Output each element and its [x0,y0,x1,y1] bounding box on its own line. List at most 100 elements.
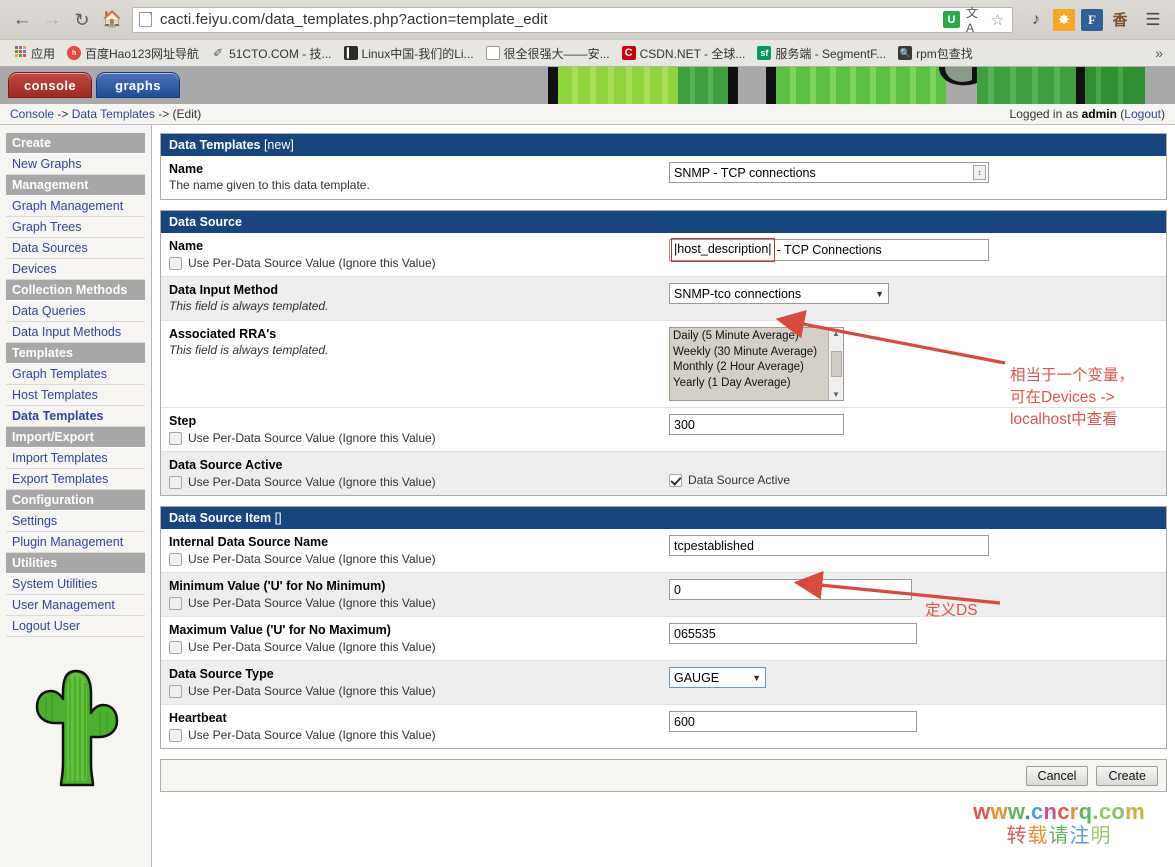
sidebar-item-logout-user[interactable]: Logout User [6,616,145,637]
scroll-up-icon[interactable]: ▲ [832,329,840,338]
bookmark-very-strong[interactable]: 很全很强大——安... [481,43,615,64]
step-input[interactable] [669,414,844,435]
logout-link[interactable]: Logout [1124,107,1161,121]
row-label-group: Data Input Method This field is always t… [169,282,669,314]
internal-ds-name-input[interactable] [669,535,989,556]
per-ds-checkbox-line[interactable]: Use Per-Data Source Value (Ignore this V… [169,431,669,445]
per-ds-value-checkbox[interactable] [169,728,182,742]
panel-title-text: Data Source Item [169,511,272,525]
sidebar-item-data-sources[interactable]: Data Sources [6,238,145,259]
translate-icon[interactable]: 文A [966,6,983,35]
scrollbar-thumb[interactable] [830,351,842,377]
bookmark-apps[interactable]: 应用 [8,43,60,64]
rra-option-list: Daily (5 Minute Average) Weekly (30 Minu… [670,328,828,400]
per-ds-value-checkbox[interactable] [169,475,182,489]
rra-option[interactable]: Daily (5 Minute Average) [673,329,825,345]
minimum-value-input[interactable] [669,579,912,600]
sidebar-item-graph-management[interactable]: Graph Management [6,196,145,217]
sidebar-item-system-utilities[interactable]: System Utilities [6,574,145,595]
per-ds-value-checkbox[interactable] [169,640,182,654]
tab-console[interactable]: console [8,72,92,98]
sidebar-item-import-templates[interactable]: Import Templates [6,448,145,469]
home-icon[interactable]: 🏠 [98,6,126,34]
breadcrumb-console[interactable]: Console [10,107,54,121]
browser-menu-icon[interactable]: ☰ [1139,6,1167,34]
row-heartbeat: Heartbeat Use Per-Data Source Value (Ign… [161,705,1166,748]
row-ds-name: Name Use Per-Data Source Value (Ignore t… [161,233,1166,277]
bookmark-label: CSDN.NET - 全球... [639,46,746,61]
sidebar-item-settings[interactable]: Settings [6,511,145,532]
rra-option[interactable]: Yearly (1 Day Average) [673,376,825,392]
chinese-extension-icon[interactable]: 香 [1109,9,1131,31]
sidebar-item-data-input-methods[interactable]: Data Input Methods [6,322,145,343]
bookmark-star-icon[interactable]: ☆ [989,11,1006,29]
row-data-source-type: Data Source Type Use Per-Data Source Val… [161,661,1166,705]
label-maximum-value: Maximum Value ('U' for No Maximum) [169,623,391,637]
sidebar-item-devices[interactable]: Devices [6,259,145,280]
sidebar-item-graph-templates[interactable]: Graph Templates [6,364,145,385]
bookmark-linux-china[interactable]: ▎ Linux中国-我们的Li... [339,43,479,64]
rra-option[interactable]: Monthly (2 Hour Average) [673,360,825,376]
per-ds-checkbox-line[interactable]: Use Per-Data Source Value (Ignore this V… [169,552,669,566]
bookmarks-overflow-icon[interactable]: » [1155,45,1167,61]
panel-title-text: Data Templates [169,138,261,152]
back-icon[interactable]: ← [8,6,36,34]
data-source-active-checkbox[interactable] [669,473,682,487]
data-source-type-select[interactable]: GAUGE ▼ [669,667,766,688]
ds-name-input[interactable]: |host_description| - TCP Connections [669,238,989,262]
row-label-group: Name Use Per-Data Source Value (Ignore t… [169,238,669,270]
music-extension-icon[interactable]: ♪ [1025,9,1047,31]
per-ds-value-checkbox[interactable] [169,684,182,698]
sidebar-item-data-queries[interactable]: Data Queries [6,301,145,322]
reload-icon[interactable]: ↻ [68,6,96,34]
breadcrumb: Console -> Data Templates -> (Edit) [10,107,201,121]
sidebar-item-user-management[interactable]: User Management [6,595,145,616]
per-ds-value-checkbox[interactable] [169,256,182,270]
per-ds-checkbox-line[interactable]: Use Per-Data Source Value (Ignore this V… [169,728,669,742]
bookmark-segmentfault[interactable]: sf 服务端 - SegmentF... [752,43,891,64]
field-internal-ds-name [669,534,1158,556]
bookmark-rpm-search[interactable]: 🔍 rpm包查找 [893,43,978,64]
bookmark-51cto[interactable]: ✐ 51CTO.COM - 技... [206,43,336,64]
tab-graphs[interactable]: graphs [96,72,180,98]
star-extension-icon[interactable]: ✸ [1053,8,1075,31]
template-name-input[interactable] [669,162,989,183]
sidebar-item-new-graphs[interactable]: New Graphs [6,154,145,175]
create-button[interactable]: Create [1096,765,1158,786]
data-input-method-select[interactable]: SNMP-tco connections ▼ [669,283,889,304]
heartbeat-input[interactable] [669,711,917,732]
per-ds-value-checkbox[interactable] [169,552,182,566]
cancel-button[interactable]: Cancel [1025,765,1089,786]
forward-icon[interactable]: → [38,6,66,34]
address-bar[interactable]: cacti.feiyu.com/data_templates.php?actio… [132,6,1013,35]
maximum-value-input[interactable] [669,623,917,644]
associated-rras-listbox[interactable]: Daily (5 Minute Average) Weekly (30 Minu… [669,327,844,401]
shield-icon[interactable]: U [943,11,960,28]
per-ds-checkbox-line[interactable]: Use Per-Data Source Value (Ignore this V… [169,256,669,270]
bookmark-hao123[interactable]: h 百度Hao123网址导航 [62,43,204,64]
sidebar-item-plugin-management[interactable]: Plugin Management [6,532,145,553]
sidebar-item-host-templates[interactable]: Host Templates [6,385,145,406]
per-ds-checkbox-line[interactable]: Use Per-Data Source Value (Ignore this V… [169,596,669,610]
autocomplete-spinner-icon[interactable]: ↕ [973,165,986,180]
breadcrumb-data-templates[interactable]: Data Templates [72,107,155,121]
sidebar-item-export-templates[interactable]: Export Templates [6,469,145,490]
per-ds-checkbox-line[interactable]: Use Per-Data Source Value (Ignore this V… [169,475,669,489]
row-label-group: Name The name given to this data templat… [169,161,669,193]
bookmark-csdn[interactable]: C CSDN.NET - 全球... [617,43,751,64]
hao-icon: h [67,46,82,60]
data-source-active-line[interactable]: Data Source Active [669,473,1158,487]
sidebar-item-graph-trees[interactable]: Graph Trees [6,217,145,238]
row-associated-rras: Associated RRA's This field is always te… [161,321,1166,408]
rra-option[interactable]: Weekly (30 Minute Average) [673,345,825,361]
per-ds-value-checkbox[interactable] [169,596,182,610]
scroll-down-icon[interactable]: ▼ [832,390,840,399]
bookmark-label: 服务端 - SegmentF... [775,46,887,61]
f-extension-icon[interactable]: F [1081,8,1103,31]
rra-scrollbar[interactable]: ▲ ▼ [828,328,843,400]
row-label-group: Data Source Active Use Per-Data Source V… [169,457,669,489]
per-ds-checkbox-line[interactable]: Use Per-Data Source Value (Ignore this V… [169,684,669,698]
sidebar-item-data-templates[interactable]: Data Templates [6,406,145,427]
per-ds-checkbox-line[interactable]: Use Per-Data Source Value (Ignore this V… [169,640,669,654]
per-ds-value-checkbox[interactable] [169,431,182,445]
